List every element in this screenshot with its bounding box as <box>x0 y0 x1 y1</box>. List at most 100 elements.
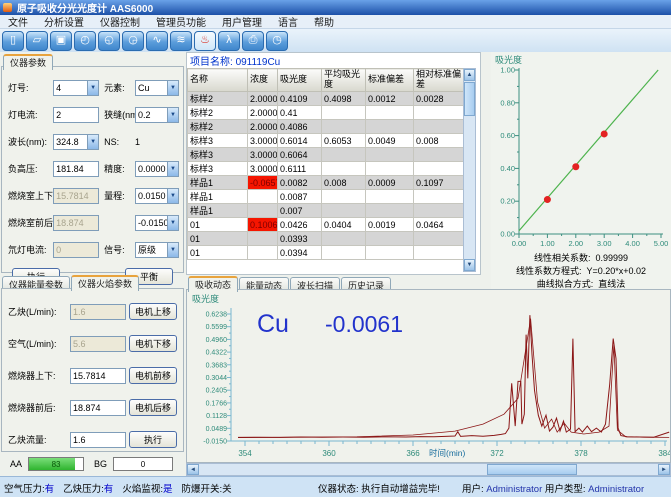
peak-scan-button[interactable]: ∿ <box>146 31 168 51</box>
menu-instrument-control[interactable]: 仪器控制 <box>92 14 148 29</box>
flame-tabs: 仪器能量参数仪器火焰参数 <box>2 274 140 288</box>
scroll-down-icon[interactable]: ▼ <box>464 259 475 271</box>
state-value: 执行自动增益完毕! <box>361 484 440 495</box>
flame-execute-button[interactable]: 执行 <box>129 431 177 448</box>
value-cell: 0.0012 <box>366 92 414 106</box>
menu-analysis-settings[interactable]: 分析设置 <box>36 14 92 29</box>
motor-up-button[interactable]: 电机上移 <box>129 303 177 320</box>
save-button[interactable]: ▣ <box>50 31 72 51</box>
project-name-value: 091119Cu <box>236 57 281 68</box>
table-row[interactable]: 标样33.000000.6064 <box>188 148 464 162</box>
open-file-button[interactable]: ▱ <box>26 31 48 51</box>
status-flag-value: 有 <box>45 484 55 495</box>
column-header[interactable]: 吸光度 <box>278 69 322 92</box>
acetylene-rate[interactable]: 1.6 <box>70 432 126 448</box>
table-row[interactable]: 标样33.000000.6111 <box>188 162 464 176</box>
range-lower[interactable]: -0.0150▼ <box>135 215 179 231</box>
ignite-button[interactable]: ♨ <box>194 31 216 51</box>
burner-horizontal[interactable]: 18.874 <box>70 400 126 416</box>
scrollbar-thumb[interactable] <box>464 82 475 116</box>
table-row[interactable]: 010.0393 <box>188 232 464 246</box>
scrollbar-thumb[interactable] <box>487 464 577 475</box>
motor-down-button[interactable]: 电机下移 <box>129 335 177 352</box>
tab-instrument-params[interactable]: 仪器参数 <box>3 54 53 70</box>
dropdown-arrow-icon[interactable]: ▼ <box>167 108 178 122</box>
table-row[interactable]: 标样22.000000.4086 <box>188 120 464 134</box>
table-scrollbar[interactable]: ▲ ▼ <box>463 68 476 272</box>
print-button[interactable]: ⎙ <box>242 31 264 51</box>
menu-user-management[interactable]: 用户管理 <box>214 14 270 29</box>
element[interactable]: Cu▼ <box>135 80 179 96</box>
dropdown-arrow-icon[interactable]: ▼ <box>167 189 178 203</box>
param-row: 波长(nm):324.8▼NS:1 <box>8 133 179 150</box>
dropdown-arrow-icon[interactable]: ▼ <box>167 243 178 257</box>
user-value: Administrator <box>486 484 542 495</box>
tab-absorbance-dynamic[interactable]: 吸收动态 <box>188 276 238 292</box>
table-row[interactable]: 010.0394 <box>188 246 464 260</box>
param-label: 狭缝(nm): <box>99 108 135 121</box>
precision[interactable]: 0.0000▼ <box>135 161 179 177</box>
value-cell <box>322 148 366 162</box>
correlation-label: 线性相关系数: <box>534 251 591 264</box>
param-label: 元素: <box>99 81 135 94</box>
table-row[interactable]: 标样22.000000.41 <box>188 106 464 120</box>
menu-help[interactable]: 帮助 <box>306 14 342 29</box>
dropdown-arrow-icon[interactable]: ▼ <box>87 135 98 149</box>
lamp-current-value: 2 <box>54 110 98 120</box>
value-cell: 0.6014 <box>278 134 322 148</box>
table-row[interactable]: 样品10.007 <box>188 204 464 218</box>
value-cell <box>414 232 464 246</box>
wavelength[interactable]: 324.8▼ <box>53 134 99 150</box>
bg-value: 0 <box>113 457 173 471</box>
menu-admin-functions[interactable]: 管理员功能 <box>148 14 214 29</box>
motor-backward-button[interactable]: 电机后移 <box>129 399 177 416</box>
burner-adjust-button[interactable]: ≋ <box>170 31 192 51</box>
menu-file[interactable]: 文件 <box>0 14 36 29</box>
table-row[interactable]: 样品10.0087 <box>188 190 464 204</box>
spectrum-scrollbar[interactable]: ◄ ► <box>186 463 671 476</box>
svg-text:Cu: Cu <box>257 310 289 338</box>
column-header[interactable]: 浓度 <box>248 69 278 92</box>
dropdown-arrow-icon[interactable]: ▼ <box>167 216 178 230</box>
value-cell <box>414 204 464 218</box>
svg-text:354: 354 <box>238 449 252 458</box>
svg-text:时间(min): 时间(min) <box>429 448 466 458</box>
scroll-up-icon[interactable]: ▲ <box>464 69 475 81</box>
status-flag: 防爆开关:关 <box>181 481 231 495</box>
timer-button[interactable]: ◷ <box>266 31 288 51</box>
dropdown-arrow-icon[interactable]: ▼ <box>87 81 98 95</box>
new-file-button[interactable]: ▯ <box>2 31 24 51</box>
table-row[interactable]: 010.10060.04260.04040.00190.0464 <box>188 218 464 232</box>
scroll-right-icon[interactable]: ► <box>658 464 670 475</box>
signal-type[interactable]: 原级▼ <box>135 242 179 258</box>
table-row[interactable]: 样品1-0.06570.00820.0080.00090.1097 <box>188 176 464 190</box>
table-row[interactable]: 标样22.000000.41090.40980.00120.0028 <box>188 92 464 106</box>
pmt-voltage[interactable]: 181.84 <box>53 161 99 177</box>
scroll-left-icon[interactable]: ◄ <box>187 464 199 475</box>
tab-flame-params[interactable]: 仪器火焰参数 <box>71 275 139 291</box>
dropdown-arrow-icon[interactable]: ▼ <box>167 162 178 176</box>
param-row: 燃烧室前后:18.874-0.0150▼ <box>8 214 179 231</box>
motor-forward-button[interactable]: 电机前移 <box>129 367 177 384</box>
wavelength-button[interactable]: λ <box>218 31 240 51</box>
column-header[interactable]: 相对标准偏差 <box>414 69 464 92</box>
column-header[interactable]: 标准偏差 <box>366 69 414 92</box>
aa-bg-readout: AA 83 BG 0 <box>0 452 186 476</box>
energy-meter-button[interactable]: ◶ <box>122 31 144 51</box>
table-row[interactable]: 标样33.000000.60140.60530.00490.008 <box>188 134 464 148</box>
flame-param-row: 乙炔(L/min):1.6电机上移 <box>8 303 177 320</box>
menu-language[interactable]: 语言 <box>270 14 306 29</box>
lamp-number[interactable]: 4▼ <box>53 80 99 96</box>
gain-adjust-button[interactable]: ◵ <box>98 31 120 51</box>
dropdown-arrow-icon[interactable]: ▼ <box>167 81 178 95</box>
value-cell <box>322 204 366 218</box>
burner-vertical[interactable]: 15.7814 <box>70 368 126 384</box>
svg-text:0.6238: 0.6238 <box>206 312 228 319</box>
lamp-current[interactable]: 2 <box>53 107 99 123</box>
range-upper[interactable]: 0.0150▼ <box>135 188 179 204</box>
slit-width[interactable]: 0.2▼ <box>135 107 179 123</box>
zero-adjust-button[interactable]: ◴ <box>74 31 96 51</box>
column-header[interactable]: 名称 <box>188 69 248 92</box>
column-header[interactable]: 平均吸光度 <box>322 69 366 92</box>
pmt-voltage-value: 181.84 <box>54 164 98 174</box>
